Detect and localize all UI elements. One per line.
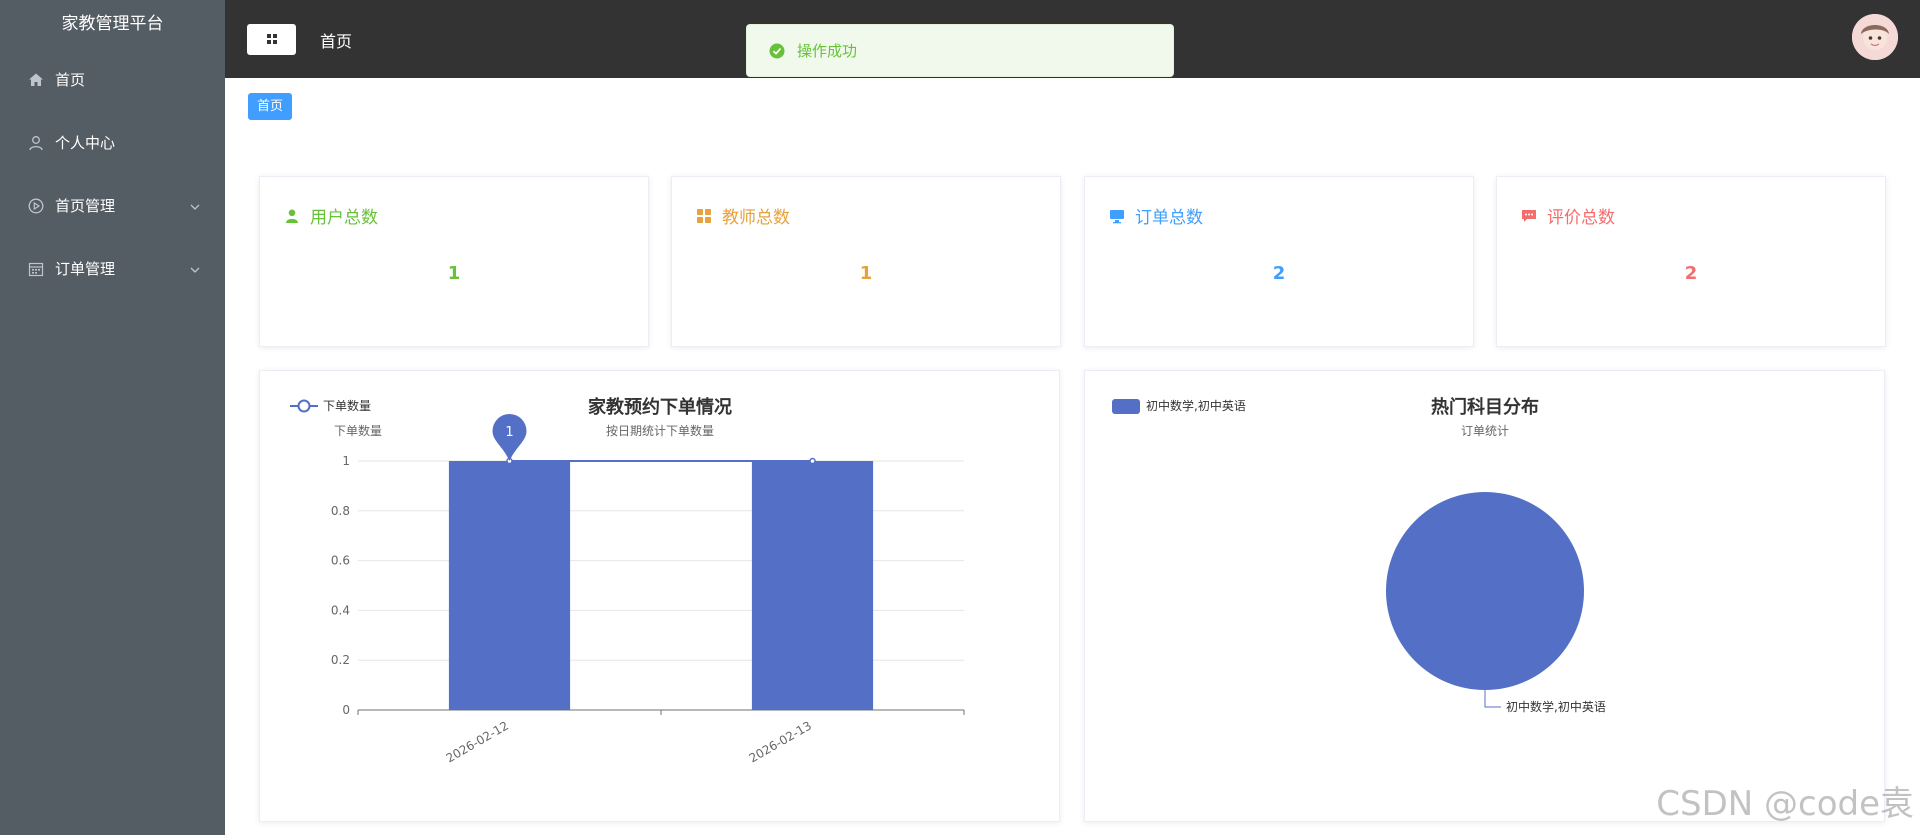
sidebar-item-personal-center[interactable]: 个人中心	[0, 111, 225, 174]
chart-title: 家教预约下单情况	[588, 396, 732, 418]
y-tick-label: 0.6	[331, 554, 350, 568]
stat-value: 2	[1272, 263, 1286, 284]
x-tick-label: 2026-02-13	[747, 718, 814, 765]
legend-item[interactable]: 下单数量	[290, 398, 371, 413]
user-solid-icon	[284, 208, 300, 224]
stat-value: 2	[1684, 263, 1698, 284]
order-bar-chart: 0 0.2 0.4 0.6 0.8 1 2026-02-12 2026-02-13 1 下单…	[290, 396, 965, 765]
watermark: CSDN @code袁	[1656, 784, 1914, 824]
menu-toggle-button[interactable]	[247, 24, 296, 55]
grid-icon	[266, 30, 278, 49]
chevron-down-icon	[189, 262, 201, 274]
sidebar-item-label: 首页管理	[55, 197, 116, 215]
pie-slice[interactable]	[1386, 492, 1584, 690]
subject-pie-chart-panel: 初中数学,初中英语 热门科目分布 订单统计 初中数学,初中英语	[1084, 370, 1885, 822]
pie-label-line	[1484, 690, 1501, 708]
markpoint-label: 1	[505, 425, 513, 440]
legend-item[interactable]: 初中数学,初中英语	[1112, 398, 1246, 414]
play-circle-icon	[27, 197, 45, 215]
y-axis-label: 下单数量	[334, 423, 382, 438]
legend-label: 下单数量	[323, 398, 371, 413]
legend-label: 初中数学,初中英语	[1146, 398, 1246, 413]
y-tick-label: 0.2	[331, 653, 350, 667]
subject-pie-chart: 初中数学,初中英语 热门科目分布 订单统计 初中数学,初中英语	[1112, 396, 1606, 714]
y-tick-label: 0	[342, 703, 350, 717]
stat-card-users: 用户总数 1	[259, 176, 649, 347]
stat-label: 用户总数	[310, 208, 378, 228]
stat-card-reviews: 评价总数 2	[1496, 176, 1886, 347]
chevron-down-icon	[189, 199, 201, 211]
breadcrumb[interactable]: 首页	[248, 93, 293, 120]
sidebar-item-label: 订单管理	[55, 260, 116, 278]
monitor-icon	[1109, 208, 1125, 224]
sidebar-item-home[interactable]: 首页	[0, 48, 225, 111]
chart-subtitle: 按日期统计下单数量	[606, 423, 714, 438]
y-tick-label: 0.4	[331, 603, 350, 617]
stat-label: 教师总数	[722, 208, 790, 228]
stat-card-teachers: 教师总数 1	[671, 176, 1061, 347]
bar-2026-02-13[interactable]	[751, 461, 874, 710]
comment-icon	[1521, 208, 1537, 224]
chart-subtitle: 订单统计	[1461, 424, 1509, 438]
bar-2026-02-12[interactable]	[448, 461, 571, 710]
sidebar-item-home-management[interactable]: 首页管理	[0, 174, 225, 237]
y-tick-label: 0.8	[331, 504, 350, 518]
chart-title: 热门科目分布	[1431, 396, 1539, 418]
sidebar: 家教管理平台 首页 个人中心 首页管理 订单管理	[0, 0, 225, 835]
toast-message: 操作成功	[797, 42, 858, 60]
avatar[interactable]	[1852, 14, 1898, 60]
stat-label: 订单总数	[1135, 208, 1203, 228]
y-tick-label: 1	[342, 454, 350, 468]
x-tick-label: 2026-02-12	[444, 718, 511, 765]
stat-value: 1	[447, 263, 461, 284]
stat-label: 评价总数	[1547, 208, 1615, 228]
line-point-2026-02-13[interactable]	[809, 457, 816, 465]
check-circle-icon	[769, 43, 785, 59]
success-toast: 操作成功	[746, 24, 1174, 77]
sidebar-item-order-management[interactable]: 订单管理	[0, 237, 225, 300]
app-title: 家教管理平台	[61, 14, 164, 34]
home-icon	[27, 71, 45, 89]
sidebar-item-label: 个人中心	[55, 134, 116, 152]
calendar-icon	[27, 260, 45, 278]
header-title: 首页	[320, 32, 353, 51]
user-icon	[27, 134, 45, 152]
stat-value: 1	[859, 263, 873, 284]
pie-slice-label: 初中数学,初中英语	[1506, 699, 1606, 714]
order-bar-chart-panel: 0 0.2 0.4 0.6 0.8 1 2026-02-12 2026-02-13 1 下单…	[259, 370, 1060, 822]
grid-icon	[696, 208, 712, 224]
sidebar-item-label: 首页	[55, 71, 86, 89]
stat-card-orders: 订单总数 2	[1084, 176, 1474, 347]
